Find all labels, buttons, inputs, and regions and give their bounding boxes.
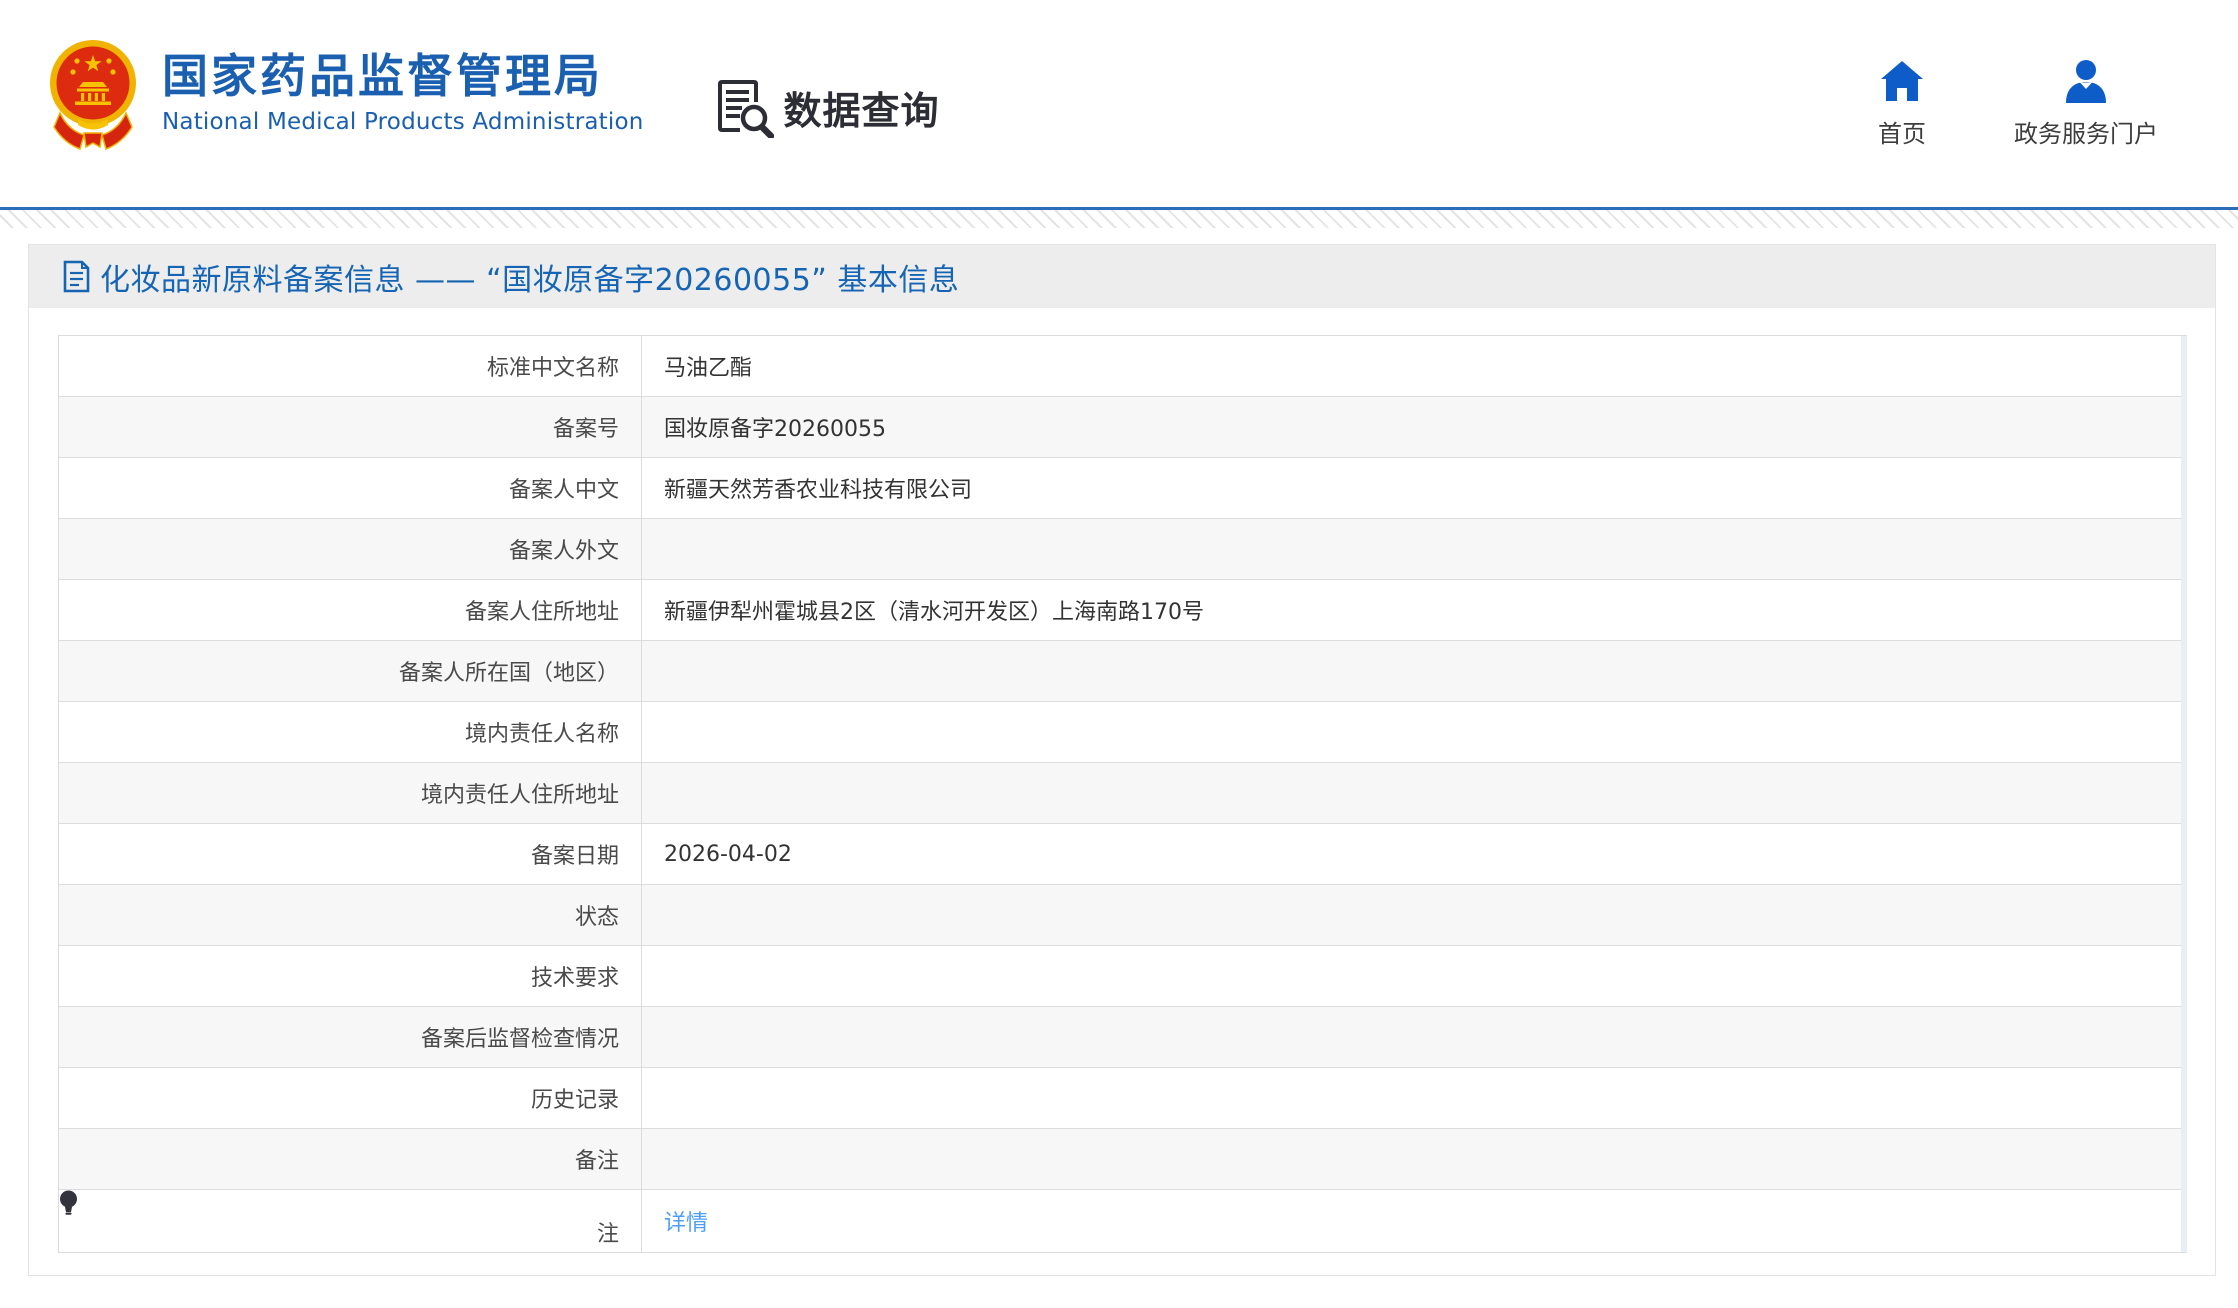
doc-search-icon	[716, 78, 774, 138]
org-name-en: National Medical Products Administration	[162, 109, 644, 136]
nav-item-home[interactable]: 首页	[1878, 59, 1926, 149]
nav-home-label: 首页	[1878, 119, 1926, 148]
detail-link[interactable]: 详情	[664, 1211, 708, 1236]
row-label-text: 状态	[574, 905, 619, 930]
row-label-text: 境内责任人名称	[464, 722, 619, 747]
row-label-text: 境内责任人住所地址	[420, 783, 619, 808]
table-row: 历史记录	[58, 1067, 2187, 1129]
home-icon	[1878, 59, 1926, 103]
row-label: 备案号	[58, 396, 642, 458]
page-title: 化妆品新原料备案信息 —— “国妆原备字20260055” 基本信息	[100, 262, 960, 298]
table-scrollbar[interactable]	[2181, 336, 2187, 1252]
row-value	[641, 884, 2187, 946]
table-row: 境内责任人名称	[58, 701, 2187, 763]
header-hatch-band	[0, 210, 2238, 228]
row-label: 境内责任人名称	[58, 701, 642, 763]
org-name-cn: 国家药品监督管理局	[162, 48, 603, 103]
filing-info-table: 标准中文名称 马油乙酯 备案号 国妆原备字20260055 备案人中文 新疆天然…	[58, 335, 2187, 1253]
filing-table-wrap: 标准中文名称 马油乙酯 备案号 国妆原备字20260055 备案人中文 新疆天然…	[58, 335, 2187, 1253]
row-value	[641, 762, 2187, 824]
row-value: 国妆原备字20260055	[641, 396, 2187, 458]
table-row: 备案人住所地址 新疆伊犁州霍城县2区（清水河开发区）上海南路170号	[58, 579, 2187, 641]
row-label-text: 备案号	[552, 417, 619, 442]
row-label-text: 备注	[574, 1149, 619, 1174]
row-label-text: 备案人所在国（地区）	[398, 661, 619, 686]
nav-portal-label: 政务服务门户	[2014, 119, 2158, 148]
table-row: 备案人外文	[58, 518, 2187, 580]
row-label-text: 备案人住所地址	[464, 600, 619, 625]
data-query-label: 数据查询	[783, 89, 940, 133]
table-row: 标准中文名称 马油乙酯	[58, 335, 2187, 397]
site-header: 国家药品监督管理局 National Medical Products Admi…	[0, 0, 2238, 207]
row-value	[641, 1128, 2187, 1190]
row-label-text: 标准中文名称	[486, 356, 619, 381]
row-value	[641, 518, 2187, 580]
user-icon	[2063, 59, 2109, 103]
row-label: 备案人所在国（地区）	[58, 640, 642, 702]
panel-titlebar: 化妆品新原料备案信息 —— “国妆原备字20260055” 基本信息	[29, 245, 2215, 308]
row-label: 技术要求	[58, 945, 642, 1007]
row-label: 备案后监督检查情况	[58, 1006, 642, 1068]
row-value: 新疆天然芳香农业科技有限公司	[641, 457, 2187, 519]
filing-info-panel: 化妆品新原料备案信息 —— “国妆原备字20260055” 基本信息 标准中文名…	[28, 244, 2216, 1276]
row-label: 备案人中文	[58, 457, 642, 519]
table-row: 备案日期 2026-04-02	[58, 823, 2187, 885]
row-value: 详情	[641, 1189, 2187, 1253]
china-national-emblem-icon	[48, 35, 138, 151]
info-table-body: 标准中文名称 马油乙酯 备案号 国妆原备字20260055 备案人中文 新疆天然…	[58, 335, 2187, 1253]
table-row: 备案人所在国（地区）	[58, 640, 2187, 702]
table-row: 备案人中文 新疆天然芳香农业科技有限公司	[58, 457, 2187, 519]
row-value: 2026-04-02	[641, 823, 2187, 885]
row-label: 注	[58, 1189, 642, 1253]
row-value	[641, 640, 2187, 702]
row-label: 标准中文名称	[58, 335, 642, 397]
row-value: 马油乙酯	[641, 335, 2187, 397]
site-logo: 国家药品监督管理局 National Medical Products Admi…	[48, 35, 644, 151]
table-row: 备注	[58, 1128, 2187, 1190]
row-label: 状态	[58, 884, 642, 946]
table-row: 备案号 国妆原备字20260055	[58, 396, 2187, 458]
row-label-text: 备案人中文	[508, 478, 619, 503]
row-label-text: 历史记录	[530, 1088, 619, 1113]
row-label: 备注	[58, 1128, 642, 1190]
table-row: 技术要求	[58, 945, 2187, 1007]
row-label-text: 备案日期	[530, 844, 619, 869]
table-row: 备案后监督检查情况	[58, 1006, 2187, 1068]
data-query-section[interactable]: 数据查询	[716, 78, 940, 138]
table-row: 状态	[58, 884, 2187, 946]
org-titles: 国家药品监督管理局 National Medical Products Admi…	[162, 48, 644, 136]
bulb-icon	[59, 1190, 619, 1216]
nav-item-portal[interactable]: 政务服务门户	[2014, 59, 2158, 149]
row-label-text: 技术要求	[530, 966, 619, 991]
row-value	[641, 1006, 2187, 1068]
header-nav: 首页 政务服务门户	[1878, 59, 2158, 149]
row-value	[641, 1067, 2187, 1129]
row-label: 境内责任人住所地址	[58, 762, 642, 824]
row-label-text: 备案人外文	[508, 539, 619, 564]
row-value: 新疆伊犁州霍城县2区（清水河开发区）上海南路170号	[641, 579, 2187, 641]
table-row: 注 详情	[58, 1189, 2187, 1253]
row-label: 备案人外文	[58, 518, 642, 580]
table-row: 境内责任人住所地址	[58, 762, 2187, 824]
row-value	[641, 945, 2187, 1007]
row-label: 备案日期	[58, 823, 642, 885]
document-icon	[63, 260, 90, 293]
row-label-text: 备案后监督检查情况	[420, 1027, 619, 1052]
row-label-text: 注	[596, 1222, 619, 1247]
row-value	[641, 701, 2187, 763]
row-label: 备案人住所地址	[58, 579, 642, 641]
row-label: 历史记录	[58, 1067, 642, 1129]
